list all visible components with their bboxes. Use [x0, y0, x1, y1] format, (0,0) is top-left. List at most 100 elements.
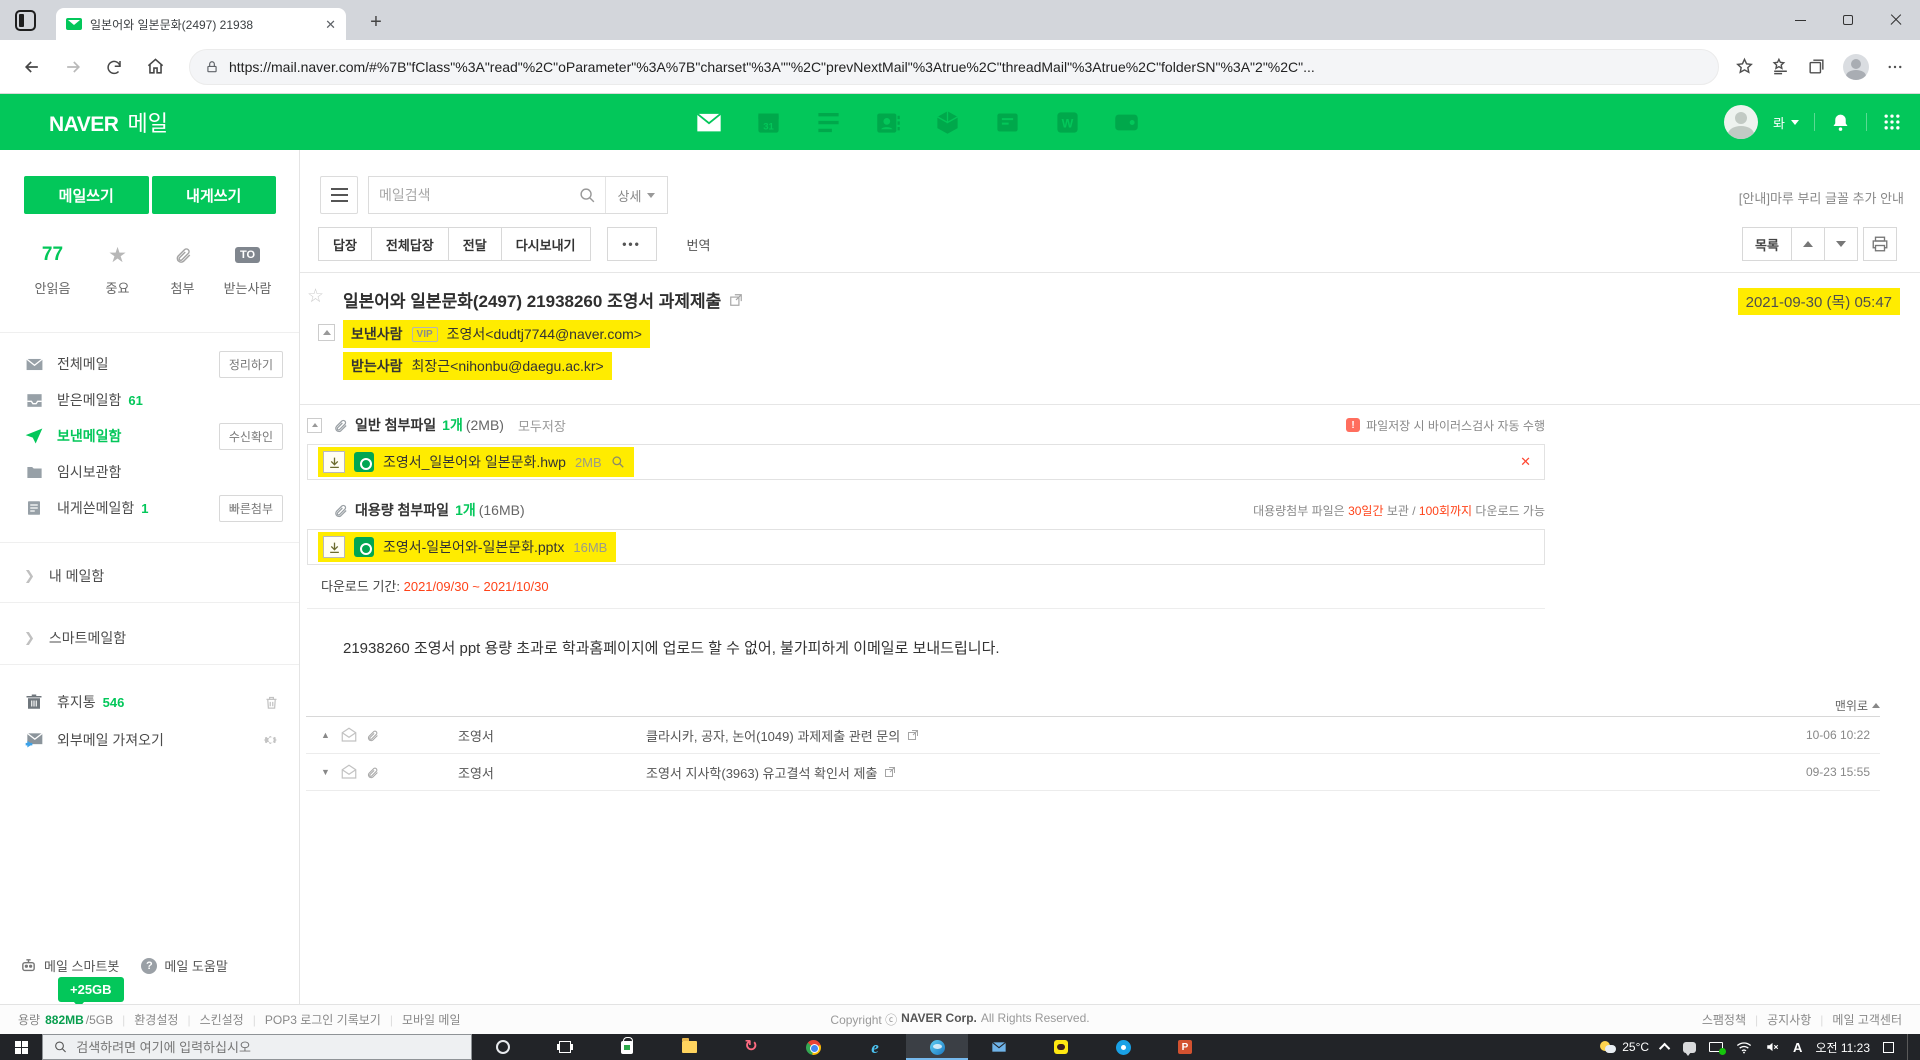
spam-policy-link[interactable]: 스팸정책	[1702, 1011, 1746, 1028]
sender-collapse-button[interactable]	[318, 324, 335, 341]
office-service-icon[interactable]: W	[1052, 107, 1082, 137]
wifi-icon[interactable]	[1736, 1041, 1752, 1054]
related-mail-row[interactable]: ▼ 조영서 조영서 지사학(3963) 유고결석 확인서 제출 09-23 15…	[306, 754, 1880, 791]
resend-button[interactable]: 다시보내기	[502, 227, 591, 261]
show-desktop-button[interactable]	[1907, 1034, 1912, 1060]
filter-important[interactable]: ★ 중요	[85, 242, 150, 297]
new-tab-button[interactable]: +	[362, 8, 390, 36]
notification-center-icon[interactable]	[1883, 1042, 1894, 1053]
chrome-button[interactable]	[782, 1034, 844, 1060]
close-button[interactable]	[1872, 0, 1920, 40]
maximize-button[interactable]	[1824, 0, 1872, 40]
cortana-button[interactable]	[472, 1034, 534, 1060]
sidebar-item-drafts[interactable]: 임시보관함	[0, 454, 299, 490]
compose-button[interactable]: 메일쓰기	[24, 176, 149, 214]
mail-smartbot-link[interactable]: 메일 스마트봇	[20, 956, 119, 975]
contacts-service-icon[interactable]	[873, 107, 903, 137]
attachment-collapse-button[interactable]	[307, 418, 322, 433]
favorites-icon[interactable]	[1771, 57, 1790, 76]
to-address[interactable]: 최장근<nihonbu@daegu.ac.kr>	[412, 356, 604, 376]
sidebar-item-smart-mailbox[interactable]: ❯ 스마트메일함	[0, 618, 299, 658]
translate-button[interactable]: 번역	[687, 235, 711, 254]
task-view-button[interactable]	[534, 1034, 596, 1060]
external-link-icon[interactable]	[907, 729, 919, 741]
notice-link[interactable]: 공지사항	[1767, 1011, 1811, 1028]
weather-widget[interactable]: 25°C	[1600, 1040, 1649, 1054]
external-link-icon[interactable]	[884, 766, 896, 778]
filter-to-me[interactable]: TO 받는사람	[215, 242, 280, 297]
chat-tray-icon[interactable]	[1683, 1042, 1696, 1053]
sidebar-item-inbox[interactable]: 받은메일함 61	[0, 382, 299, 418]
attachment-row-pptx[interactable]: 조영서-일본어와-일본문화.pptx 16MB	[307, 529, 1545, 565]
sync-app-button[interactable]: ↻	[720, 1034, 782, 1060]
edge-button[interactable]	[906, 1034, 968, 1060]
related-mail-row[interactable]: ▲ 조영서 클라시카, 공자, 논어(1049) 과제제출 관련 문의 10-0…	[306, 717, 1880, 754]
memo-service-icon[interactable]	[813, 107, 843, 137]
more-actions-button[interactable]: •••	[607, 227, 657, 261]
display-tray-icon[interactable]	[1709, 1042, 1723, 1052]
font-notice[interactable]: [안내]마루 부리 글꼴 추가 안내	[1739, 188, 1904, 207]
print-button[interactable]	[1863, 227, 1897, 261]
box-service-icon[interactable]	[933, 107, 963, 137]
apps-grid-icon[interactable]	[1882, 112, 1902, 132]
volume-muted-icon[interactable]	[1765, 1040, 1780, 1054]
messenger-app-button[interactable]	[1092, 1034, 1154, 1060]
forward-icon[interactable]	[59, 53, 87, 81]
naver-mail-logo[interactable]: NAVER 메일	[49, 106, 168, 138]
calendar-service-icon[interactable]: 31	[754, 107, 784, 137]
sidebar-item-trash[interactable]: 휴지통 546	[0, 684, 299, 720]
attachment-row-hwp[interactable]: 조영서_일본어와 일본문화.hwp 2MB ✕	[307, 444, 1545, 480]
thread-collapse-icon[interactable]: ▲	[306, 730, 340, 740]
add-favorite-icon[interactable]	[1735, 57, 1754, 76]
sidebar-item-to-me[interactable]: 내게쓴메일함 1 빠른첨부	[0, 490, 299, 526]
clock[interactable]: 오전 11:23	[1815, 1039, 1870, 1056]
from-address[interactable]: 조영서<dudtj7744@naver.com>	[447, 324, 642, 344]
back-to-list-button[interactable]: 목록	[1742, 227, 1792, 261]
quota-promo-badge[interactable]: +25GB	[58, 977, 124, 1002]
delete-attachment-icon[interactable]: ✕	[1520, 454, 1531, 470]
kakaotalk-button[interactable]	[1030, 1034, 1092, 1060]
mail-help-link[interactable]: ? 메일 도움말	[141, 956, 227, 975]
tab-actions-icon[interactable]	[15, 10, 36, 31]
attachment-filename[interactable]: 조영서_일본어와 일본문화.hwp	[383, 452, 566, 472]
related-subject[interactable]: 클라시카, 공자, 논어(1049) 과제제출 관련 문의	[646, 726, 919, 745]
next-mail-button[interactable]	[1825, 227, 1858, 261]
tab-close-icon[interactable]: ✕	[325, 18, 336, 31]
profile-avatar[interactable]	[1724, 105, 1758, 139]
blog-service-icon[interactable]	[993, 107, 1023, 137]
subject-star-icon[interactable]: ☆	[307, 285, 324, 308]
taskbar-search[interactable]	[42, 1034, 472, 1060]
mail-service-icon[interactable]	[694, 107, 724, 137]
attachment-filename[interactable]: 조영서-일본어와-일본문화.pptx	[383, 537, 564, 557]
reply-all-button[interactable]: 전체답장	[372, 227, 449, 261]
prev-mail-button[interactable]	[1792, 227, 1825, 261]
sidebar-item-external-mail[interactable]: 외부메일 가져오기	[0, 722, 299, 758]
related-subject[interactable]: 조영서 지사학(3963) 유고결석 확인서 제출	[646, 763, 896, 782]
mail-app-button[interactable]	[968, 1034, 1030, 1060]
search-detail-dropdown[interactable]: 상세	[605, 177, 667, 213]
store-button[interactable]	[596, 1034, 658, 1060]
tray-expand-icon[interactable]	[1659, 1043, 1670, 1054]
thread-expand-icon[interactable]: ▼	[306, 767, 340, 777]
internet-explorer-button[interactable]: e	[844, 1034, 906, 1060]
download-button[interactable]	[323, 451, 345, 473]
mobile-mail-link[interactable]: 모바일 메일	[402, 1011, 461, 1028]
file-explorer-button[interactable]	[658, 1034, 720, 1060]
sidebar-item-my-mailbox[interactable]: ❯ 내 메일함	[0, 556, 299, 596]
collections-icon[interactable]	[1807, 57, 1826, 76]
organize-button[interactable]: 정리하기	[219, 351, 283, 378]
support-link[interactable]: 메일 고객센터	[1832, 1011, 1902, 1028]
minimize-button[interactable]	[1776, 0, 1824, 40]
browser-profile-avatar[interactable]	[1843, 54, 1869, 80]
forward-button[interactable]: 전달	[449, 227, 502, 261]
pop3-log-link[interactable]: POP3 로그인 기록보기	[265, 1011, 381, 1028]
back-icon[interactable]	[18, 53, 46, 81]
browser-menu-icon[interactable]	[1886, 58, 1904, 76]
profile-menu[interactable]: 롸	[1773, 113, 1799, 132]
preview-icon[interactable]	[611, 455, 625, 469]
filter-unread[interactable]: 77 안읽음	[20, 242, 85, 297]
tv-service-icon[interactable]	[1112, 107, 1142, 137]
sidebar-item-all-mail[interactable]: 전체메일 정리하기	[0, 346, 299, 382]
taskbar-search-input[interactable]	[76, 1040, 460, 1055]
ime-indicator[interactable]: A	[1793, 1040, 1802, 1055]
